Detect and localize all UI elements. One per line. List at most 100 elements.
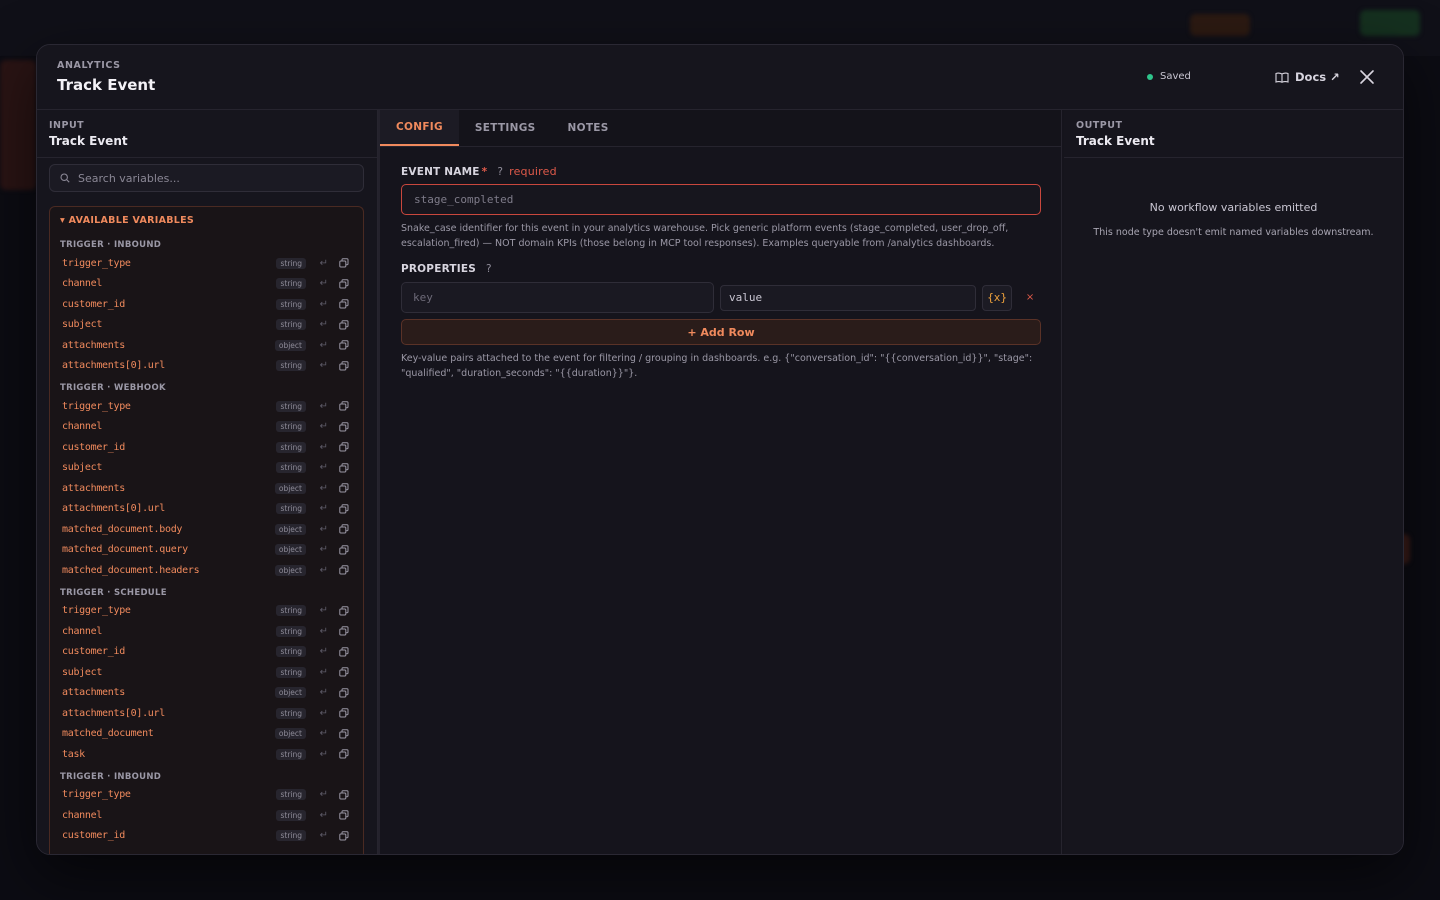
variable-row[interactable]: channel string ↵	[50, 621, 363, 642]
insert-icon[interactable]: ↵	[320, 830, 328, 841]
tab-settings[interactable]: SETTINGS	[459, 110, 552, 146]
insert-icon[interactable]: ↵	[320, 667, 328, 678]
copy-icon[interactable]	[339, 442, 349, 452]
insert-icon[interactable]: ↵	[320, 483, 328, 494]
variable-row[interactable]: subject string ↵	[50, 662, 363, 683]
insert-variable-button[interactable]: {x}	[982, 284, 1013, 311]
insert-icon[interactable]: ↵	[320, 708, 328, 719]
copy-icon[interactable]	[339, 708, 349, 718]
copy-icon[interactable]	[339, 340, 349, 350]
copy-icon[interactable]	[339, 504, 349, 514]
variable-row[interactable]: channel string ↵	[50, 417, 363, 438]
copy-icon[interactable]	[339, 810, 349, 820]
properties-help-icon[interactable]: ?	[486, 263, 492, 275]
insert-icon[interactable]: ↵	[320, 360, 328, 371]
copy-icon[interactable]	[339, 749, 349, 759]
insert-icon[interactable]: ↵	[320, 728, 328, 739]
insert-icon[interactable]: ↵	[320, 319, 328, 330]
property-key-field[interactable]	[401, 282, 714, 313]
close-icon[interactable]	[1357, 67, 1377, 87]
property-key-input[interactable]	[413, 291, 713, 304]
insert-icon[interactable]: ↵	[320, 442, 328, 453]
insert-icon[interactable]: ↵	[320, 789, 328, 800]
variable-row[interactable]: matched_document.query object ↵	[50, 540, 363, 561]
copy-icon[interactable]	[339, 831, 349, 841]
variable-type-badge: string	[276, 319, 306, 331]
copy-icon[interactable]	[339, 361, 349, 371]
copy-icon[interactable]	[339, 606, 349, 616]
available-variables-toggle[interactable]: ▾ AVAILABLE VARIABLES	[50, 207, 363, 233]
copy-icon[interactable]	[339, 401, 349, 411]
copy-icon[interactable]	[339, 524, 349, 534]
insert-icon[interactable]: ↵	[320, 258, 328, 269]
insert-icon[interactable]: ↵	[320, 503, 328, 514]
insert-icon[interactable]: ↵	[320, 401, 328, 412]
insert-icon[interactable]: ↵	[320, 340, 328, 351]
insert-icon[interactable]: ↵	[320, 626, 328, 637]
docs-link[interactable]: Docs ↗	[1275, 70, 1340, 84]
property-value-field[interactable]	[720, 284, 977, 311]
variable-row[interactable]: trigger_type string ↵	[50, 785, 363, 806]
insert-icon[interactable]: ↵	[320, 278, 328, 289]
insert-icon[interactable]: ↵	[320, 687, 328, 698]
tab-config[interactable]: CONFIG	[380, 110, 459, 146]
variable-row[interactable]: customer_id string ↵	[50, 437, 363, 458]
delete-row-button[interactable]: ×	[1018, 292, 1042, 303]
copy-icon[interactable]	[339, 667, 349, 677]
copy-icon[interactable]	[339, 258, 349, 268]
variable-row[interactable]: attachments object ↵	[50, 683, 363, 704]
variable-row[interactable]: attachments[0].url string ↵	[50, 499, 363, 520]
copy-icon[interactable]	[339, 729, 349, 739]
variable-row[interactable]: trigger_type string ↵	[50, 601, 363, 622]
copy-icon[interactable]	[339, 545, 349, 555]
copy-icon[interactable]	[339, 299, 349, 309]
insert-icon[interactable]: ↵	[320, 544, 328, 555]
property-value-input[interactable]	[729, 291, 976, 304]
variable-row[interactable]: attachments object ↵	[50, 335, 363, 356]
variable-row[interactable]: channel string ↵	[50, 805, 363, 826]
output-panel: OUTPUT Track Event No workflow variables…	[1064, 110, 1403, 854]
insert-icon[interactable]: ↵	[320, 810, 328, 821]
event-name-field[interactable]	[401, 184, 1041, 215]
variable-row[interactable]: matched_document.body object ↵	[50, 519, 363, 540]
variable-row[interactable]: customer_id string ↵	[50, 826, 363, 847]
copy-icon[interactable]	[339, 626, 349, 636]
variable-row[interactable]: matched_document.headers object ↵	[50, 560, 363, 581]
insert-icon[interactable]: ↵	[320, 605, 328, 616]
variable-row[interactable]: customer_id string ↵	[50, 294, 363, 315]
insert-icon[interactable]: ↵	[320, 421, 328, 432]
copy-icon[interactable]	[339, 463, 349, 473]
copy-icon[interactable]	[339, 647, 349, 657]
insert-icon[interactable]: ↵	[320, 565, 328, 576]
copy-icon[interactable]	[339, 565, 349, 575]
variable-row[interactable]: task string ↵	[50, 744, 363, 765]
event-name-input[interactable]	[414, 193, 1040, 206]
variable-row[interactable]: subject string ↵	[50, 458, 363, 479]
insert-icon[interactable]: ↵	[320, 646, 328, 657]
variable-row[interactable]: customer_id string ↵	[50, 642, 363, 663]
variable-type-badge: string	[276, 789, 306, 801]
insert-icon[interactable]: ↵	[320, 299, 328, 310]
tab-notes[interactable]: NOTES	[552, 110, 625, 146]
copy-icon[interactable]	[339, 790, 349, 800]
variable-search[interactable]	[49, 164, 364, 192]
variable-row[interactable]: trigger_type string ↵	[50, 396, 363, 417]
copy-icon[interactable]	[339, 688, 349, 698]
variable-row[interactable]: subject string ↵	[50, 315, 363, 336]
variable-row[interactable]: attachments[0].url string ↵	[50, 703, 363, 724]
insert-icon[interactable]: ↵	[320, 462, 328, 473]
variable-row[interactable]: trigger_type string ↵	[50, 253, 363, 274]
event-name-help-icon[interactable]: ?	[497, 166, 503, 178]
copy-icon[interactable]	[339, 279, 349, 289]
insert-icon[interactable]: ↵	[320, 524, 328, 535]
variable-row[interactable]: attachments object ↵	[50, 478, 363, 499]
add-row-button[interactable]: + Add Row	[401, 319, 1041, 345]
copy-icon[interactable]	[339, 483, 349, 493]
copy-icon[interactable]	[339, 320, 349, 330]
copy-icon[interactable]	[339, 422, 349, 432]
insert-icon[interactable]: ↵	[320, 749, 328, 760]
variable-row[interactable]: matched_document object ↵	[50, 724, 363, 745]
variable-row[interactable]: attachments[0].url string ↵	[50, 356, 363, 377]
search-input[interactable]	[78, 171, 358, 185]
variable-row[interactable]: channel string ↵	[50, 274, 363, 295]
